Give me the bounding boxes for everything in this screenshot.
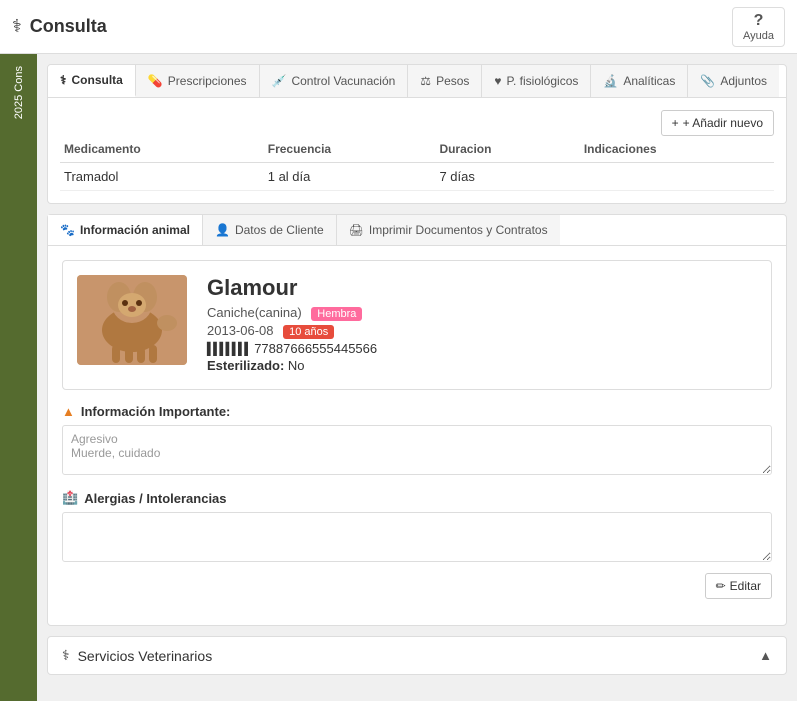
barcode-icon: ▌▌▌▌▌▌▌: [207, 342, 251, 356]
question-icon: ?: [754, 12, 764, 30]
plus-icon: +: [672, 116, 679, 130]
syringe-tab-icon: 💉: [272, 74, 287, 88]
age-badge: 10 años: [283, 325, 334, 339]
col-header-medicamento: Medicamento: [60, 136, 264, 163]
tab-analiticas[interactable]: 🔬 Analíticas: [591, 65, 688, 97]
prescriptions-table: Medicamento Frecuencia Duracion Indicaci…: [60, 136, 774, 191]
info-content: Glamour Caniche(canina) Hembra 2013-06-0…: [48, 246, 786, 625]
tab-adjuntos[interactable]: 📎 Adjuntos: [688, 65, 779, 97]
side-panel: 2025 Cons: [0, 54, 37, 701]
tab-consulta[interactable]: ⚕ Consulta: [48, 65, 136, 97]
info-tab-animal[interactable]: 🐾 Información animal: [48, 215, 203, 245]
services-section: ⚕ Servicios Veterinarios ▲: [47, 636, 787, 675]
prescriptions-panel: + + Añadir nuevo Medicamento Frecuencia …: [47, 98, 787, 204]
tab-prescripciones[interactable]: 💊 Prescripciones: [136, 65, 260, 97]
services-title: ⚕ Servicios Veterinarios: [62, 647, 212, 664]
important-info-textarea[interactable]: Agresivo Muerde, cuidado: [62, 425, 772, 475]
table-row: Tramadol1 al día7 días: [60, 163, 774, 191]
animal-breed: Caniche(canina) Hembra: [207, 305, 757, 321]
allergy-title: 🏥 Alergias / Intolerancias: [62, 490, 772, 506]
side-panel-text: 2025 Cons: [9, 62, 29, 123]
allergies-textarea[interactable]: [62, 512, 772, 562]
animal-photo: [77, 275, 187, 365]
scale-tab-icon: ⚖: [420, 74, 431, 88]
gender-badge: Hembra: [311, 307, 362, 321]
bag-icon: 🏥: [62, 490, 78, 506]
tab-vacunacion[interactable]: 💉 Control Vacunación: [260, 65, 409, 97]
chevron-up-icon[interactable]: ▲: [759, 648, 772, 663]
cell-indicaciones: [580, 163, 774, 191]
col-header-indicaciones: Indicaciones: [580, 136, 774, 163]
top-tab-bar: ⚕ Consulta 💊 Prescripciones 💉 Control Va…: [47, 64, 787, 98]
heart-tab-icon: ♥: [494, 74, 501, 88]
warning-section: ▲ Información Importante: Agresivo Muerd…: [62, 404, 772, 478]
header-left: ⚕ Consulta: [12, 16, 107, 37]
animal-card: Glamour Caniche(canina) Hembra 2013-06-0…: [62, 260, 772, 390]
tab-fisiologicos[interactable]: ♥ P. fisiológicos: [482, 65, 591, 97]
help-button[interactable]: ? Ayuda: [732, 7, 785, 47]
animal-name: Glamour: [207, 275, 757, 301]
info-tab-cliente[interactable]: 👤 Datos de Cliente: [203, 215, 337, 245]
clip-tab-icon: 📎: [700, 74, 715, 88]
edit-button[interactable]: ✏ Editar: [705, 573, 772, 599]
animal-date: 2013-06-08 10 años: [207, 323, 757, 339]
warning-icon: ▲: [62, 404, 75, 419]
page-wrapper: 2025 Cons ⚕ Consulta 💊 Prescripciones 💉 …: [0, 54, 797, 701]
stethoscope-tab-icon: ⚕: [60, 73, 67, 87]
info-tab-imprimir[interactable]: 🖨 Imprimir Documentos y Contratos: [337, 215, 560, 245]
info-panel: 🐾 Información animal 👤 Datos de Cliente …: [47, 214, 787, 626]
main-content: ⚕ Consulta 💊 Prescripciones 💉 Control Va…: [37, 54, 797, 701]
top-header: ⚕ Consulta ? Ayuda: [0, 0, 797, 54]
add-prescription-button[interactable]: + + Añadir nuevo: [661, 110, 774, 136]
col-header-duracion: Duracion: [435, 136, 579, 163]
allergy-section: 🏥 Alergias / Intolerancias ✏ Editar: [62, 490, 772, 599]
edit-icon: ✏: [716, 579, 726, 593]
page-title: Consulta: [30, 16, 107, 37]
paw-icon: 🐾: [60, 223, 75, 237]
help-label: Ayuda: [743, 30, 774, 42]
animal-sterilized: Esterilizado: No: [207, 358, 757, 373]
cell-frecuencia: 1 al día: [264, 163, 436, 191]
pill-tab-icon: 💊: [148, 74, 163, 88]
print-icon: 🖨: [349, 223, 364, 237]
flask-tab-icon: 🔬: [603, 74, 618, 88]
animal-details: Glamour Caniche(canina) Hembra 2013-06-0…: [207, 275, 757, 375]
user-icon: 👤: [215, 223, 230, 237]
info-tab-bar: 🐾 Información animal 👤 Datos de Cliente …: [48, 215, 786, 246]
col-header-frecuencia: Frecuencia: [264, 136, 436, 163]
animal-chip: ▌▌▌▌▌▌▌ 77887666555445566: [207, 341, 757, 356]
cell-medicamento: Tramadol: [60, 163, 264, 191]
warning-title: ▲ Información Importante:: [62, 404, 772, 419]
stethoscope-icon: ⚕: [12, 16, 22, 37]
dog-image: [77, 275, 187, 365]
stethoscope-services-icon: ⚕: [62, 647, 70, 664]
tab-pesos[interactable]: ⚖ Pesos: [408, 65, 482, 97]
cell-duracion: 7 días: [435, 163, 579, 191]
